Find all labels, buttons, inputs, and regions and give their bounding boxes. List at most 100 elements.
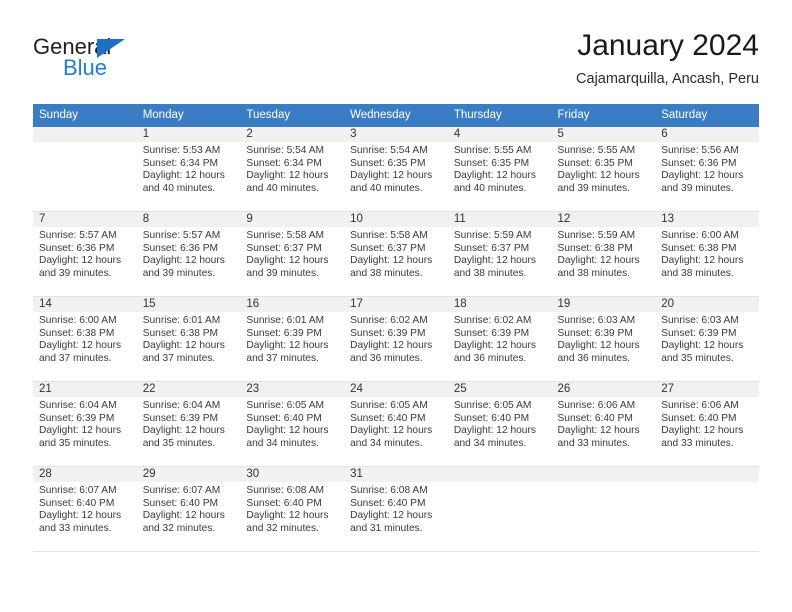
calendar-day-cell[interactable]: 9 Sunrise: 5:58 AM Sunset: 6:37 PM Daylight… — [240, 211, 345, 297]
sunrise-text: Sunrise: 6:08 AM — [246, 485, 324, 496]
calendar-day-cell[interactable]: 1 Sunrise: 5:53 AM Sunset: 6:34 PM Daylight… — [136, 127, 241, 212]
calendar-day-cell[interactable]: 13 Sunrise: 6:00 AM Sunset: 6:38 PM Dayligh… — [655, 211, 759, 297]
calendar-day-cell[interactable]: 19 Sunrise: 6:03 AM Sunset: 6:39 PM Dayligh… — [551, 296, 656, 382]
day-number: 21 — [33, 382, 137, 397]
day-number: 1 — [136, 127, 241, 142]
day-number: 14 — [33, 297, 137, 312]
sunset-text: Sunset: 6:34 PM — [246, 157, 322, 169]
calendar-day-cell[interactable]: 5 Sunrise: 5:55 AM Sunset: 6:35 PM Daylight… — [551, 127, 656, 212]
calendar-day-cell[interactable]: 20 Sunrise: 6:03 AM Sunset: 6:39 PM Dayligh… — [655, 296, 759, 382]
day-cell-inner: 17 Sunrise: 6:02 AM Sunset: 6:39 PM Dayligh… — [344, 297, 448, 381]
day-details: Sunrise: 6:00 AM Sunset: 6:38 PM Daylight:… — [33, 312, 137, 365]
sunrise-text: Sunrise: 5:57 AM — [39, 230, 117, 241]
calendar-day-cell[interactable]: 10 Sunrise: 5:58 AM Sunset: 6:37 PM Dayligh… — [344, 211, 448, 297]
sunset-text: Sunset: 6:40 PM — [350, 412, 426, 424]
daylight-text: Daylight: 12 hours and 35 minutes. — [661, 340, 744, 364]
sunrise-text: Sunrise: 6:05 AM — [350, 400, 428, 411]
calendar-day-cell[interactable]: 11 Sunrise: 5:59 AM Sunset: 6:37 PM Dayligh… — [447, 211, 552, 297]
day-number — [33, 127, 137, 142]
day-details: Sunrise: 6:04 AM Sunset: 6:39 PM Daylight:… — [137, 397, 241, 450]
sunrise-text: Sunrise: 5:57 AM — [142, 230, 221, 241]
calendar-day-cell[interactable]: 12 Sunrise: 5:59 AM Sunset: 6:38 PM Dayligh… — [551, 211, 656, 297]
calendar-day-cell[interactable]: 18 Sunrise: 6:02 AM Sunset: 6:39 PM Dayligh… — [447, 296, 552, 382]
sunset-text: Sunset: 6:39 PM — [557, 327, 633, 339]
day-cell-inner — [447, 467, 552, 551]
calendar-day-cell[interactable]: 15 Sunrise: 6:01 AM Sunset: 6:38 PM Dayligh… — [136, 296, 241, 382]
day-cell-inner: 26 Sunrise: 6:06 AM Sunset: 6:40 PM Dayligh… — [551, 382, 656, 466]
daylight-text: Daylight: 12 hours and 38 minutes. — [661, 255, 744, 279]
day-details: Sunrise: 5:58 AM Sunset: 6:37 PM Daylight:… — [240, 227, 344, 280]
sunset-text: Sunset: 6:35 PM — [350, 157, 426, 169]
sunset-text: Sunset: 6:39 PM — [453, 327, 530, 339]
calendar-day-cell[interactable]: 30 Sunrise: 6:08 AM Sunset: 6:40 PM Dayligh… — [240, 466, 345, 552]
calendar-day-cell[interactable]: 2 Sunrise: 5:54 AM Sunset: 6:34 PM Daylight… — [240, 127, 345, 212]
calendar-day-cell[interactable]: 23 Sunrise: 6:05 AM Sunset: 6:40 PM Dayligh… — [240, 381, 345, 467]
calendar-week-row: 1 Sunrise: 5:53 AM Sunset: 6:34 PM Daylight… — [33, 127, 759, 212]
sunrise-text: Sunrise: 6:03 AM — [661, 315, 739, 326]
calendar-day-cell[interactable]: 8 Sunrise: 5:57 AM Sunset: 6:36 PM Daylight… — [136, 211, 241, 297]
daylight-text: Daylight: 12 hours and 37 minutes. — [246, 340, 329, 364]
day-number: 25 — [447, 382, 552, 397]
calendar-day-cell[interactable]: 21 Sunrise: 6:04 AM Sunset: 6:39 PM Dayligh… — [33, 381, 137, 467]
weekday-header-thursday: Thursday — [447, 104, 552, 127]
calendar-day-cell[interactable]: 25 Sunrise: 6:05 AM Sunset: 6:40 PM Dayligh… — [447, 381, 552, 467]
page-header: General Blue January 2024 Cajamarquilla,… — [33, 28, 759, 98]
day-details: Sunrise: 5:54 AM Sunset: 6:35 PM Daylight:… — [344, 142, 448, 195]
day-cell-inner: 12 Sunrise: 5:59 AM Sunset: 6:38 PM Dayligh… — [551, 212, 656, 296]
day-number: 27 — [655, 382, 759, 397]
sunrise-text: Sunrise: 5:58 AM — [246, 230, 324, 241]
sunrise-text: Sunrise: 6:08 AM — [350, 485, 428, 496]
day-details: Sunrise: 5:55 AM Sunset: 6:35 PM Daylight:… — [552, 142, 656, 195]
calendar-day-cell[interactable]: 3 Sunrise: 5:54 AM Sunset: 6:35 PM Daylight… — [344, 127, 448, 212]
daylight-text: Daylight: 12 hours and 40 minutes. — [350, 170, 433, 194]
day-number: 2 — [240, 127, 345, 142]
day-number: 17 — [344, 297, 448, 312]
day-number: 23 — [240, 382, 345, 397]
daylight-text: Daylight: 12 hours and 39 minutes. — [661, 170, 744, 194]
calendar-page: General Blue January 2024 Cajamarquilla,… — [0, 0, 792, 612]
calendar-day-cell[interactable]: 4 Sunrise: 5:55 AM Sunset: 6:35 PM Daylight… — [447, 127, 552, 212]
day-cell-inner: 29 Sunrise: 6:07 AM Sunset: 6:40 PM Dayligh… — [136, 467, 241, 551]
day-number: 26 — [551, 382, 656, 397]
calendar-day-cell[interactable]: 27 Sunrise: 6:06 AM Sunset: 6:40 PM Dayligh… — [655, 381, 759, 467]
day-details: Sunrise: 6:00 AM Sunset: 6:38 PM Daylight:… — [655, 227, 759, 280]
daylight-text: Daylight: 12 hours and 38 minutes. — [557, 255, 640, 279]
day-details: Sunrise: 6:05 AM Sunset: 6:40 PM Daylight:… — [448, 397, 552, 450]
day-details: Sunrise: 5:54 AM Sunset: 6:34 PM Daylight:… — [240, 142, 344, 195]
day-number: 16 — [240, 297, 345, 312]
sunset-text: Sunset: 6:39 PM — [661, 327, 737, 339]
calendar-day-cell[interactable]: 6 Sunrise: 5:56 AM Sunset: 6:36 PM Daylight… — [655, 127, 759, 212]
daylight-text: Daylight: 12 hours and 36 minutes. — [557, 340, 640, 364]
sunrise-text: Sunrise: 6:05 AM — [246, 400, 324, 411]
day-number: 18 — [447, 297, 552, 312]
calendar-day-cell[interactable]: 7 Sunrise: 5:57 AM Sunset: 6:36 PM Daylight… — [33, 211, 137, 297]
calendar-table: Sunday Monday Tuesday Wednesday Thursday… — [33, 104, 759, 552]
day-cell-inner: 28 Sunrise: 6:07 AM Sunset: 6:40 PM Dayligh… — [33, 467, 137, 551]
sunrise-text: Sunrise: 6:01 AM — [246, 315, 324, 326]
day-cell-inner: 14 Sunrise: 6:00 AM Sunset: 6:38 PM Dayligh… — [33, 297, 137, 381]
calendar-day-cell[interactable]: 16 Sunrise: 6:01 AM Sunset: 6:39 PM Dayligh… — [240, 296, 345, 382]
calendar-day-cell[interactable]: 24 Sunrise: 6:05 AM Sunset: 6:40 PM Dayligh… — [344, 381, 448, 467]
day-cell-inner: 30 Sunrise: 6:08 AM Sunset: 6:40 PM Dayligh… — [240, 467, 345, 551]
day-number: 11 — [447, 212, 552, 227]
calendar-body: 1 Sunrise: 5:53 AM Sunset: 6:34 PM Daylight… — [33, 127, 759, 552]
daylight-text: Daylight: 12 hours and 40 minutes. — [453, 170, 536, 194]
calendar-day-cell[interactable]: 26 Sunrise: 6:06 AM Sunset: 6:40 PM Dayligh… — [551, 381, 656, 467]
day-number — [551, 467, 656, 482]
calendar-day-cell[interactable]: 28 Sunrise: 6:07 AM Sunset: 6:40 PM Dayligh… — [33, 466, 137, 552]
day-number: 13 — [655, 212, 759, 227]
sunrise-text: Sunrise: 6:05 AM — [453, 400, 532, 411]
weekday-header-wednesday: Wednesday — [344, 104, 448, 127]
calendar-day-cell[interactable]: 22 Sunrise: 6:04 AM Sunset: 6:39 PM Dayligh… — [136, 381, 241, 467]
day-cell-inner — [551, 467, 656, 551]
sunrise-text: Sunrise: 5:59 AM — [557, 230, 636, 241]
day-details: Sunrise: 6:04 AM Sunset: 6:39 PM Daylight:… — [33, 397, 137, 450]
calendar-day-cell[interactable]: 31 Sunrise: 6:08 AM Sunset: 6:40 PM Dayligh… — [344, 466, 448, 552]
calendar-day-cell[interactable]: 14 Sunrise: 6:00 AM Sunset: 6:38 PM Dayligh… — [33, 296, 137, 382]
daylight-text: Daylight: 12 hours and 36 minutes. — [453, 340, 536, 364]
sunrise-text: Sunrise: 5:55 AM — [557, 145, 636, 156]
calendar-day-cell[interactable]: 17 Sunrise: 6:02 AM Sunset: 6:39 PM Dayligh… — [344, 296, 448, 382]
day-number: 20 — [655, 297, 759, 312]
weekday-header-tuesday: Tuesday — [240, 104, 345, 127]
calendar-day-cell[interactable]: 29 Sunrise: 6:07 AM Sunset: 6:40 PM Dayligh… — [136, 466, 241, 552]
